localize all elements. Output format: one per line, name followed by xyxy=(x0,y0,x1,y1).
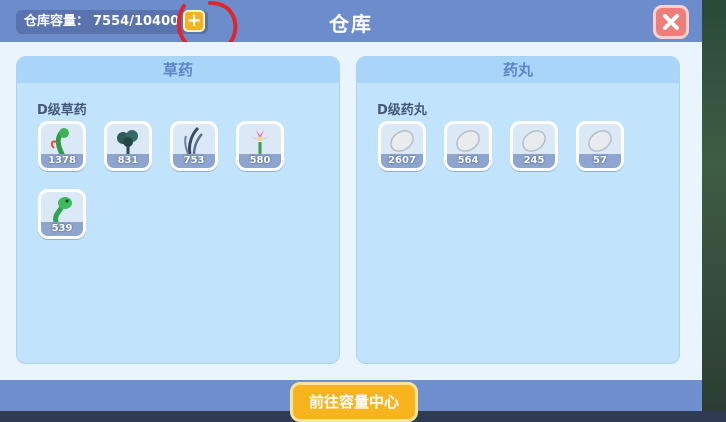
content-area: 草药 D级草药 1378 831 753 580 539 药丸 D级药丸 260… xyxy=(0,42,702,380)
item-count: 245 xyxy=(523,155,545,166)
warehouse-window: 仓库容量： 7554/10400 + 仓库 草药 D级草药 1378 831 7… xyxy=(0,0,702,422)
page-title: 仓库 xyxy=(329,12,373,36)
herb-pink-lily-icon xyxy=(250,130,270,154)
herb-item-5[interactable]: 539 xyxy=(38,189,86,239)
herb-green-creature-icon xyxy=(53,197,72,224)
item-count: 2607 xyxy=(388,155,416,166)
pills-panel: 药丸 D级药丸 2607 564 245 57 xyxy=(356,56,680,364)
herb-dark-bush-icon xyxy=(117,130,138,154)
pill-icon xyxy=(390,130,414,152)
pill-icon xyxy=(522,130,546,152)
herb-red-vine-icon xyxy=(50,128,69,156)
go-to-capacity-center-button[interactable]: 前往容量中心 xyxy=(290,382,418,422)
pill-item-1[interactable]: 2607 xyxy=(378,121,426,171)
item-count: 57 xyxy=(593,155,607,166)
pills-panel-title: 药丸 xyxy=(357,57,679,83)
pill-icon xyxy=(456,130,480,152)
herbs-section-label: D级草药 xyxy=(37,103,87,118)
herb-grass-blades-icon xyxy=(184,126,203,155)
item-count: 564 xyxy=(457,155,479,166)
item-count: 1378 xyxy=(48,155,76,166)
close-button[interactable] xyxy=(653,5,689,39)
pills-section-label: D级药丸 xyxy=(377,103,427,118)
pill-item-3[interactable]: 245 xyxy=(510,121,558,171)
herb-item-1[interactable]: 1378 xyxy=(38,121,86,171)
item-count: 753 xyxy=(183,155,205,166)
herb-item-3[interactable]: 753 xyxy=(170,121,218,171)
herbs-panel: 草药 D级草药 1378 831 753 580 539 xyxy=(16,56,340,364)
item-count: 831 xyxy=(117,155,139,166)
item-count: 580 xyxy=(249,155,271,166)
herb-item-2[interactable]: 831 xyxy=(104,121,152,171)
herbs-panel-title: 草药 xyxy=(17,57,339,83)
pill-item-2[interactable]: 564 xyxy=(444,121,492,171)
pill-item-4[interactable]: 57 xyxy=(576,121,624,171)
item-count: 539 xyxy=(51,223,73,234)
close-icon xyxy=(663,14,679,30)
herb-item-4[interactable]: 580 xyxy=(236,121,284,171)
pill-icon xyxy=(588,130,612,152)
